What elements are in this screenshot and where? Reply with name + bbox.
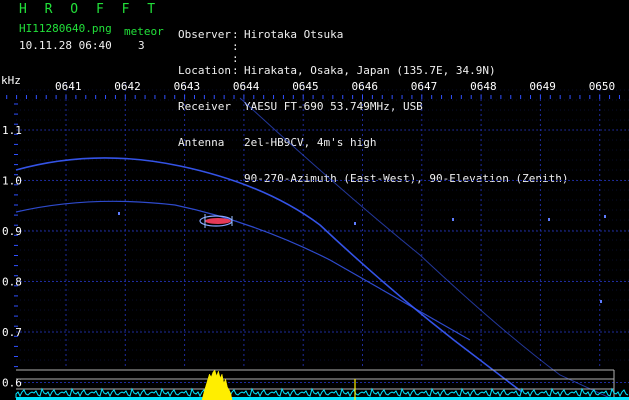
baseline-noise	[15, 387, 629, 398]
x-tick-label: 0648	[470, 80, 497, 93]
x-tick-label: 0641	[55, 80, 82, 93]
meteor-burst	[201, 369, 233, 400]
y-tick-label: 1.0	[2, 175, 22, 188]
carrier-trace-3	[239, 97, 611, 399]
noise-dot	[604, 215, 606, 218]
y-tick-label: 0.6	[2, 377, 22, 390]
spectrogram: 1.1 1.0 0.9 0.8 0.7 0.6 0641 0642 0643 0644 0645 06…	[1, 74, 629, 400]
noise-dot	[354, 222, 356, 225]
unit-label: kHz	[1, 74, 21, 87]
noise-dot	[600, 300, 602, 303]
y-tick-label: 0.9	[2, 225, 22, 238]
meteor-echo	[205, 218, 231, 224]
spectrogram-grid	[6, 84, 629, 383]
noise-dot	[118, 212, 120, 215]
y-tick-label: 0.7	[2, 326, 22, 339]
spectrogram-traces	[15, 97, 611, 399]
x-tick-label: 0649	[529, 80, 556, 93]
x-tick-label: 0643	[174, 80, 201, 93]
axis-labels: 1.1 1.0 0.9 0.8 0.7 0.6 0641 0642 0643 0644 0645 06…	[1, 74, 615, 390]
y-tick-label: 0.8	[2, 276, 22, 289]
carrier-trace-2	[15, 200, 471, 341]
x-tick-label: 0646	[352, 80, 379, 93]
carrier-trace-1	[15, 157, 523, 393]
amplitude-panel	[15, 369, 629, 400]
hrofft-window: H R O F F T HI11280640.png meteor 10.11.…	[0, 0, 629, 400]
y-tick-label: 1.1	[2, 124, 22, 137]
x-tick-label: 0645	[292, 80, 319, 93]
noise-dot	[548, 218, 550, 221]
x-tick-label: 0642	[114, 80, 141, 93]
x-tick-label: 0650	[589, 80, 616, 93]
noise-dot	[452, 218, 454, 221]
x-tick-label: 0644	[233, 80, 260, 93]
x-tick-label: 0647	[411, 80, 438, 93]
